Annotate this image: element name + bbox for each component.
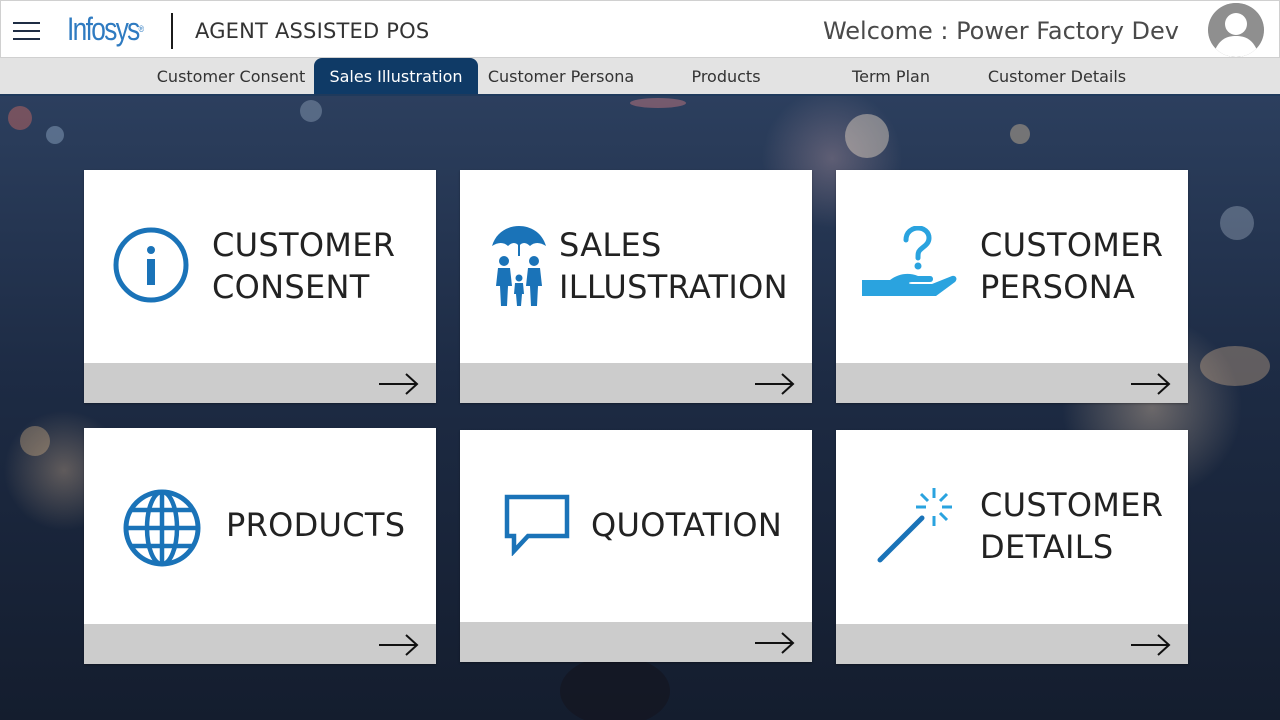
- infosys-logo: Infosys®: [67, 9, 144, 49]
- card-footer: [460, 622, 812, 662]
- hand-question-icon: [862, 226, 957, 296]
- card-title: QUOTATION: [591, 506, 783, 544]
- card-footer: [836, 363, 1188, 403]
- welcome-text: Welcome : Power Factory Dev: [822, 17, 1179, 45]
- magic-wand-icon: [877, 488, 952, 563]
- card-footer: [84, 624, 436, 664]
- card-customer-consent[interactable]: CUSTOMER CONSENT: [84, 170, 436, 403]
- card-title-line1: CUSTOMER: [980, 486, 1164, 524]
- card-title: PRODUCTS: [226, 506, 406, 544]
- tab-bar: Customer Consent Sales Illustration Cust…: [0, 58, 1280, 96]
- user-avatar-icon[interactable]: [1208, 3, 1264, 57]
- card-products[interactable]: PRODUCTS: [84, 428, 436, 664]
- card-sales-illustration[interactable]: SALES ILLUSTRATION: [460, 170, 812, 403]
- tab-customer-persona[interactable]: Customer Persona: [478, 58, 644, 94]
- header-divider: [171, 13, 173, 49]
- card-footer: [84, 363, 436, 403]
- globe-icon: [123, 489, 201, 567]
- arrow-right-icon: [755, 373, 795, 395]
- logo-text: Infosys: [67, 11, 140, 47]
- tab-customer-details[interactable]: Customer Details: [974, 58, 1140, 94]
- registered-mark: ®: [138, 24, 145, 34]
- arrow-right-icon: [379, 373, 419, 395]
- tab-sales-illustration[interactable]: Sales Illustration: [314, 58, 478, 94]
- info-icon: [113, 227, 189, 303]
- arrow-right-icon: [1131, 634, 1171, 656]
- card-customer-details[interactable]: CUSTOMER DETAILS: [836, 430, 1188, 664]
- speech-bubble-icon: [504, 494, 570, 556]
- card-footer: [836, 624, 1188, 664]
- card-footer: [460, 363, 812, 403]
- card-title-line2: PERSONA: [980, 268, 1136, 306]
- family-umbrella-icon: [492, 226, 546, 306]
- card-title-line2: CONSENT: [212, 268, 370, 306]
- card-quotation[interactable]: QUOTATION: [460, 430, 812, 662]
- card-customer-persona[interactable]: CUSTOMER PERSONA: [836, 170, 1188, 403]
- tab-customer-consent[interactable]: Customer Consent: [148, 58, 314, 94]
- arrow-right-icon: [379, 634, 419, 656]
- arrow-right-icon: [1131, 373, 1171, 395]
- card-title-line2: ILLUSTRATION: [559, 268, 788, 306]
- tab-term-plan[interactable]: Term Plan: [808, 58, 974, 94]
- card-title-line1: CUSTOMER: [980, 226, 1164, 264]
- app-title: AGENT ASSISTED POS: [195, 19, 430, 43]
- card-title-line1: SALES: [559, 226, 662, 264]
- card-title-line1: CUSTOMER: [212, 226, 396, 264]
- tab-products[interactable]: Products: [644, 58, 808, 94]
- arrow-right-icon: [755, 632, 795, 654]
- top-bar: Infosys® AGENT ASSISTED POS Welcome : Po…: [0, 0, 1280, 58]
- hamburger-menu-icon[interactable]: [13, 22, 40, 40]
- card-title-line2: DETAILS: [980, 528, 1114, 566]
